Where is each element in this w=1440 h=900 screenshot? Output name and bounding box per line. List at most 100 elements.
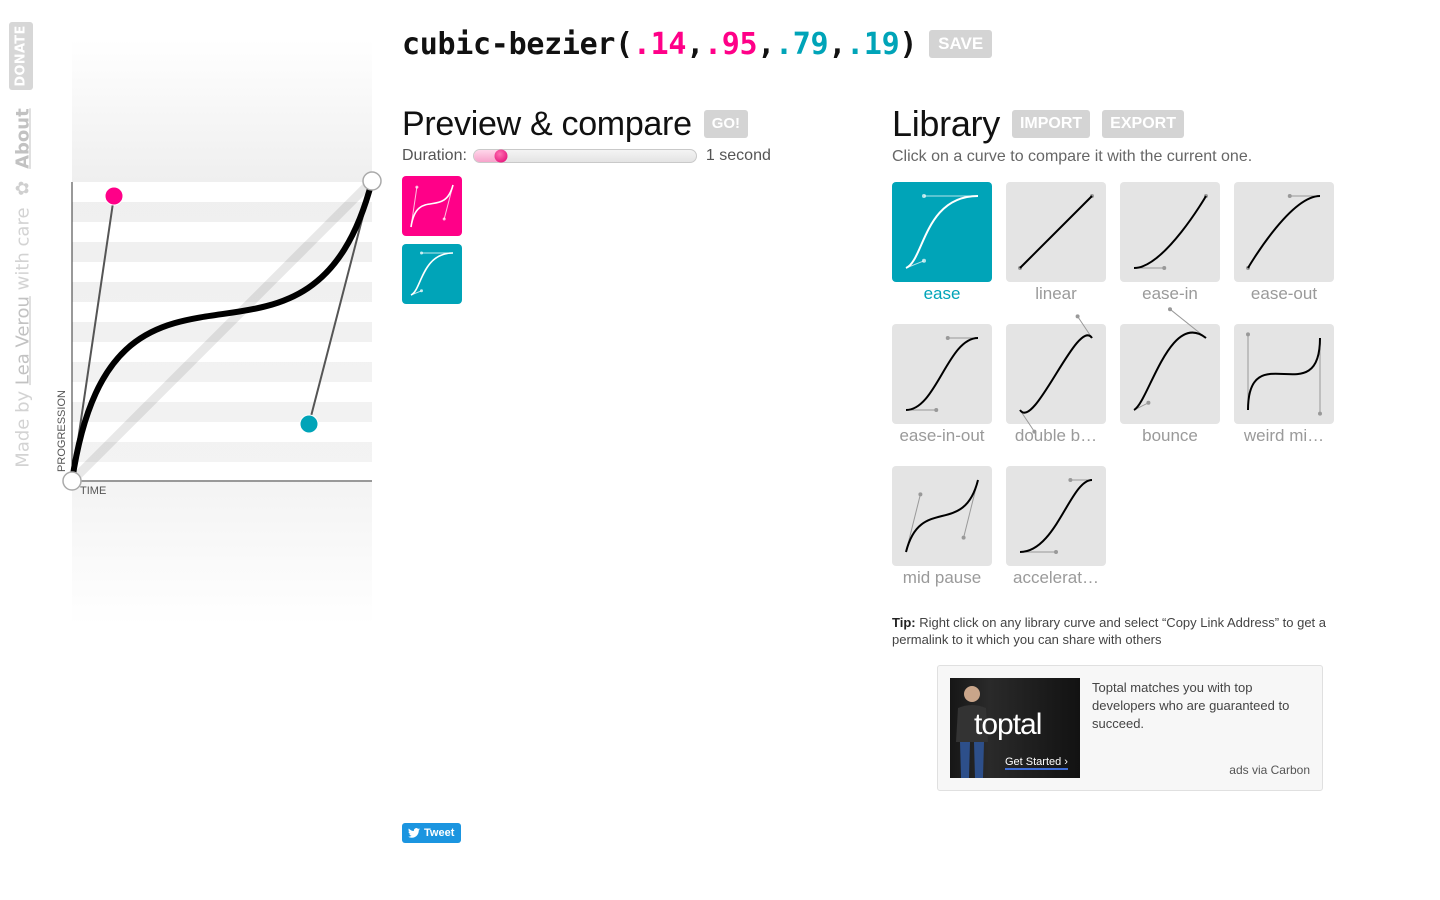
library-item[interactable]: accelerat… <box>1006 466 1106 588</box>
library-thumb-curve <box>1019 314 1093 434</box>
twitter-bird-icon <box>408 828 420 838</box>
carbon-ad[interactable]: toptal Get Started › Toptal matches you … <box>937 665 1323 791</box>
library-item[interactable]: ease <box>892 182 992 304</box>
library-thumb[interactable] <box>1120 307 1220 424</box>
library-item[interactable]: mid pause <box>892 466 992 588</box>
title-row: cubic-bezier(.14,.95,.79,.19) SAVE <box>402 22 993 66</box>
library-thumb[interactable] <box>892 182 992 282</box>
library-item-label: ease-in-out <box>899 426 985 445</box>
library-thumb[interactable] <box>1234 182 1334 282</box>
thumb-control-2 <box>1075 314 1080 319</box>
donate-label: DONATE <box>13 25 29 87</box>
duration-value: 1 second <box>705 147 771 164</box>
library-item[interactable]: ease-out <box>1234 182 1334 304</box>
bezier-p2y: .19 <box>846 26 900 62</box>
flower-icon: ✿ <box>12 180 34 196</box>
library-item-label: ease <box>923 284 961 303</box>
curve-editor-canvas[interactable] <box>62 40 382 625</box>
thumb-control-1 <box>1146 400 1151 405</box>
library-grid: ease linear ease-in ease-out ease-in-out doub… <box>892 182 1372 588</box>
library-item[interactable]: double b… <box>1006 314 1106 446</box>
library-thumb-curve <box>1246 332 1322 416</box>
library-thumb-curve <box>1133 307 1207 411</box>
library-item[interactable]: bounce <box>1120 307 1220 446</box>
preview-heading-row: Preview & compare GO! <box>402 102 822 146</box>
library-item-label: linear <box>1035 284 1077 303</box>
library-item-label: mid pause <box>902 568 982 587</box>
thumb-curve <box>1019 195 1093 269</box>
thumb-curve <box>1247 195 1321 269</box>
library-thumb[interactable] <box>1120 182 1220 282</box>
preview-tile-compare[interactable] <box>402 244 462 304</box>
library-item[interactable]: linear <box>1006 182 1106 304</box>
library-thumb[interactable] <box>892 324 992 424</box>
thumb-control-2 <box>1318 411 1322 416</box>
preview-tile-current[interactable] <box>402 176 462 236</box>
thumb-curve <box>1133 331 1207 411</box>
thumb-control-1 <box>918 492 923 497</box>
curve-editor[interactable] <box>62 40 382 625</box>
about-link[interactable]: About <box>13 108 34 169</box>
thumb-control-2 <box>945 336 950 340</box>
export-button[interactable]: EXPORT <box>1102 110 1184 138</box>
thumb-curve <box>410 184 454 228</box>
control-point-1[interactable] <box>104 186 124 206</box>
duration-slider[interactable] <box>472 149 697 163</box>
ad-cta[interactable]: Get Started › <box>1005 756 1068 770</box>
tip-label: Tip: <box>892 615 916 630</box>
ad-text[interactable]: Toptal matches you with top developers w… <box>1092 679 1307 733</box>
preview-tile-curve <box>410 184 454 228</box>
thumb-control-2 <box>961 535 966 540</box>
thumb-curve <box>905 195 979 269</box>
library-item-label: bounce <box>1142 426 1198 445</box>
control-point-2[interactable] <box>299 414 319 434</box>
thumb-control-2 <box>442 217 446 221</box>
thumb-control-2 <box>1068 478 1073 482</box>
bezier-title: cubic-bezier(.14,.95,.79,.19) <box>402 27 917 62</box>
library-thumb-curve <box>1133 194 1208 270</box>
library-section: Library IMPORT EXPORT Click on a curve t… <box>892 102 1372 648</box>
preview-section: Preview & compare GO! Duration: 1 second <box>402 102 822 312</box>
library-item[interactable]: ease-in <box>1120 182 1220 304</box>
duration-slider-thumb[interactable] <box>494 149 508 163</box>
bezier-sep-1: , <box>686 26 704 62</box>
library-item[interactable]: weird mi… <box>1234 324 1334 446</box>
duration-label: Duration: <box>402 147 467 164</box>
library-item[interactable]: ease-in-out <box>892 324 992 446</box>
author-link[interactable]: Lea Verou <box>13 296 34 385</box>
library-thumb[interactable] <box>1006 466 1106 566</box>
thumb-curve <box>410 252 454 296</box>
library-thumb-curve <box>1246 194 1321 270</box>
library-item-label: ease-in <box>1142 284 1198 303</box>
library-thumb[interactable] <box>892 466 992 566</box>
bezier-p1y: .95 <box>703 26 758 62</box>
go-button[interactable]: GO! <box>703 110 749 138</box>
bezier-p2x: .79 <box>775 26 829 62</box>
ad-via-link[interactable]: ads via Carbon <box>1229 763 1310 777</box>
ad-logo-text: toptal <box>974 708 1042 741</box>
end-point <box>362 171 382 191</box>
library-thumb-curve <box>905 479 979 553</box>
tip-text: Right click on any library curve and sel… <box>892 615 1327 647</box>
thumb-control-1 <box>1032 429 1037 434</box>
library-thumb[interactable] <box>1234 324 1334 424</box>
library-thumb[interactable] <box>1006 314 1106 434</box>
y-axis-label: PROGRESSION <box>56 390 68 472</box>
ad-image[interactable]: toptal Get Started › <box>950 678 1080 778</box>
credits-prefix: Made by <box>12 390 34 468</box>
library-heading-row: Library IMPORT EXPORT <box>892 102 1372 146</box>
tweet-button[interactable]: Tweet <box>402 823 462 843</box>
save-button[interactable]: SAVE <box>929 30 993 58</box>
grid-stripe <box>72 382 372 402</box>
library-item-label: weird mi… <box>1243 426 1325 445</box>
import-button[interactable]: IMPORT <box>1011 110 1091 138</box>
donate-button[interactable]: DONATE <box>9 22 33 90</box>
bezier-p1x: .14 <box>632 26 687 62</box>
bezier-prefix: cubic-bezier( <box>402 26 633 62</box>
x-axis-label: TIME <box>80 485 107 497</box>
tweet-label: Tweet <box>424 827 455 839</box>
library-thumb-curve <box>1018 194 1094 270</box>
duration-row: Duration: 1 second <box>402 146 822 166</box>
library-thumb[interactable] <box>1006 182 1106 282</box>
thumb-curve <box>1019 479 1093 553</box>
